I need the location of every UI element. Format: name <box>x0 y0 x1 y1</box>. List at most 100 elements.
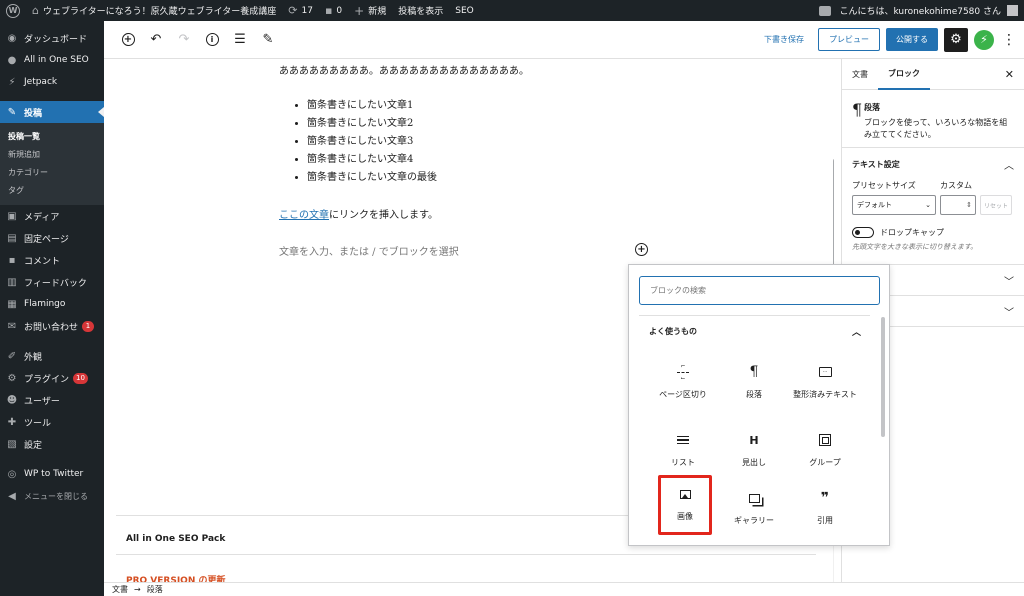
updates-link[interactable]: ⟳ 17 <box>282 0 319 21</box>
sidebar-item-contact[interactable]: ✉ お問い合わせ 1 <box>0 315 104 337</box>
sidebar-item-posts[interactable]: ✎ 投稿 <box>0 101 104 123</box>
view-post-link[interactable]: 投稿を表示 <box>392 0 449 21</box>
list-icon <box>673 431 693 449</box>
jetpack-bolt-icon[interactable]: ⚡ <box>974 29 994 50</box>
notification-icon[interactable] <box>819 5 832 16</box>
breadcrumb-block[interactable]: 段落 <box>147 584 163 595</box>
edit-pencil-icon[interactable]: ✎ <box>258 30 278 50</box>
block-item-heading[interactable]: H 見出し <box>719 421 789 487</box>
list-item: 箇条書きにしたい文章3 <box>307 133 437 151</box>
block-item-paragraph[interactable]: ¶ 段落 <box>719 353 789 419</box>
wp-logo-menu[interactable]: W <box>0 0 26 21</box>
admin-bar: W ⌂ ウェブライターになろう！原久蔵ウェブライター養成講座 ⟳ 17 ▪ 0 + 新規… <box>0 0 1024 21</box>
block-item-quote[interactable]: ❞ 引用 <box>790 479 860 545</box>
list-block[interactable]: 箇条書きにしたい文章1 箇条書きにしたい文章2 箇条書きにしたい文章3 箇条書き… <box>307 97 437 187</box>
sidebar-item-label: プラグイン <box>24 374 70 385</box>
sidebar-item-all-in-one-seo[interactable]: ● All in One SEO <box>0 49 104 71</box>
tab-document[interactable]: 文書 <box>842 59 878 90</box>
drop-cap-toggle[interactable] <box>852 227 874 238</box>
heading-icon: H <box>749 433 759 447</box>
block-item-label: 整形済みテキスト <box>793 390 857 399</box>
preset-size-value: デフォルト <box>857 201 892 209</box>
sidebar-item-media[interactable]: ▣ メディア <box>0 205 104 227</box>
pro-version-link[interactable]: PRO VERSION の更新 <box>126 573 226 582</box>
new-content-link[interactable]: + 新規 <box>348 0 392 21</box>
custom-size-input[interactable]: ⇕ <box>940 195 976 215</box>
comments-link[interactable]: ▪ 0 <box>319 0 348 21</box>
paragraph-block[interactable]: あああああああああ。ああああああああああああああ。 <box>279 62 529 77</box>
seo-menu[interactable]: SEO <box>449 0 479 21</box>
block-item-gallery[interactable]: ギャラリー <box>719 479 789 545</box>
submenu-tags[interactable]: タグ <box>0 181 104 199</box>
user-greeting[interactable]: こんにちは、kuronekohime7580 さん <box>839 4 1001 17</box>
sidebar-item-feedback[interactable]: ▥ フィードバック <box>0 271 104 293</box>
preview-button[interactable]: プレビュー <box>818 28 880 51</box>
link-suffix-text: にリンクを挿入します。 <box>329 210 438 221</box>
text-settings-toggle[interactable]: テキスト設定 ︿ <box>842 148 1024 180</box>
block-item-preformatted[interactable]: ··· 整形済みテキスト <box>790 353 860 419</box>
paragraph-icon: ¶ <box>852 100 863 119</box>
category-most-used[interactable]: よく使うもの ︿ <box>649 325 861 338</box>
settings-tabs: 文書 ブロック ✕ <box>842 59 1024 90</box>
reset-button[interactable]: リセット <box>980 195 1012 215</box>
home-icon: ⌂ <box>32 4 39 17</box>
site-name-link[interactable]: ⌂ ウェブライターになろう！原久蔵ウェブライター養成講座 <box>26 0 282 21</box>
plugin-icon: ⚙ <box>7 372 17 384</box>
more-options-icon[interactable]: ⋮ <box>1002 32 1016 48</box>
sidebar-item-tools[interactable]: ✚ ツール <box>0 411 104 433</box>
tab-block[interactable]: ブロック <box>878 59 930 90</box>
contact-count-badge: 1 <box>82 320 95 332</box>
publish-button[interactable]: 公開する <box>886 28 938 51</box>
sidebar-item-label: フィードバック <box>24 278 87 289</box>
sidebar-item-pages[interactable]: ▤ 固定ページ <box>0 227 104 249</box>
redo-icon[interactable]: ↷ <box>174 30 194 50</box>
block-item-page-break[interactable]: ⌐ ⌙ ページ区切り <box>648 353 718 419</box>
chevron-down-icon: ﹀ <box>1004 276 1014 288</box>
inserter-scrollbar[interactable] <box>881 317 885 437</box>
avatar[interactable] <box>1007 5 1018 16</box>
preset-size-select[interactable]: デフォルト ⌄ <box>852 195 936 215</box>
sidebar-item-appearance[interactable]: ✐ 外観 <box>0 345 104 367</box>
breadcrumb-document[interactable]: 文書 <box>112 584 128 595</box>
undo-icon[interactable]: ↶ <box>146 30 166 50</box>
sidebar-item-comments[interactable]: ▪ コメント <box>0 249 104 271</box>
submenu-all-posts[interactable]: 投稿一覧 <box>0 127 104 145</box>
block-item-label: 画像 <box>677 512 693 521</box>
inline-add-block-icon[interactable]: + <box>635 243 648 256</box>
sidebar-item-users[interactable]: ☻ ユーザー <box>0 389 104 411</box>
add-block-toggle-icon[interactable]: + <box>118 30 138 50</box>
empty-paragraph-placeholder[interactable]: 文章を入力、または / でブロックを選択 <box>279 243 459 258</box>
settings-gear-icon[interactable]: ⚙ <box>944 27 968 52</box>
sidebar-item-settings[interactable]: ▧ 設定 <box>0 433 104 455</box>
page-break-icon: ⌐ ⌙ <box>673 363 693 382</box>
save-draft-button[interactable]: 下書き保存 <box>764 34 804 45</box>
link-paragraph-block[interactable]: ここの文章にリンクを挿入します。 <box>279 206 438 221</box>
comment-icon: ▪ <box>8 254 16 266</box>
inline-link[interactable]: ここの文章 <box>279 210 329 221</box>
submenu-add-new[interactable]: 新規追加 <box>0 145 104 163</box>
sidebar-collapse-menu[interactable]: ◀ メニューを閉じる <box>0 485 104 507</box>
outline-list-icon[interactable]: ☰ <box>230 30 250 50</box>
sidebar-item-flamingo[interactable]: ▦ Flamingo <box>0 293 104 315</box>
submenu-categories[interactable]: カテゴリー <box>0 163 104 181</box>
chevron-up-icon: ︿ <box>851 328 861 338</box>
sidebar-item-label: ユーザー <box>24 396 60 407</box>
block-item-image[interactable]: 画像 <box>658 475 712 535</box>
seo-pack-title[interactable]: All in One SEO Pack <box>126 534 225 544</box>
block-search-input[interactable]: ブロックの検索 <box>639 276 880 305</box>
category-title: よく使うもの <box>649 327 697 336</box>
close-icon[interactable]: ✕ <box>1005 68 1014 81</box>
sidebar-item-jetpack[interactable]: ⚡ Jetpack <box>0 71 104 93</box>
brush-icon: ✐ <box>7 350 17 362</box>
sidebar-item-plugins[interactable]: ⚙ プラグイン 10 <box>0 367 104 389</box>
comment-bubble-icon: ▪ <box>324 4 333 17</box>
block-item-group[interactable]: グループ <box>790 421 860 487</box>
comments-count: 0 <box>336 5 343 16</box>
list-item: 箇条書きにしたい文章1 <box>307 97 437 115</box>
text-settings-panel: テキスト設定 ︿ プリセットサイズ カスタム デフォルト ⌄ ⇕ リセット ドロッ… <box>842 148 1024 265</box>
sidebar-item-dashboard[interactable]: ◉ ダッシュボード <box>0 27 104 49</box>
mail-icon: ✉ <box>7 320 17 332</box>
dashboard-icon: ◉ <box>7 32 17 44</box>
info-icon[interactable]: i <box>202 30 222 50</box>
sidebar-item-wp-to-twitter[interactable]: ◎ WP to Twitter <box>0 463 104 485</box>
